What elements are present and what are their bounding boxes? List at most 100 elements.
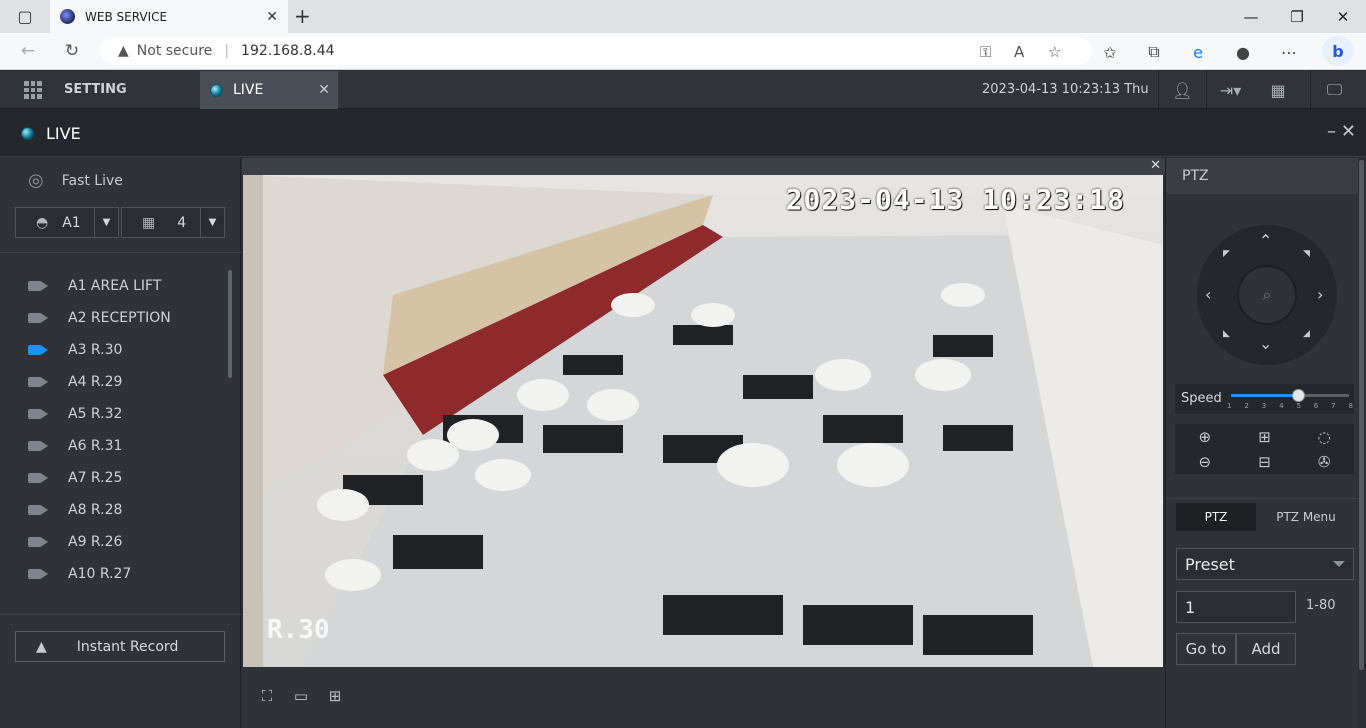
read-aloud-icon[interactable]: A	[1014, 43, 1024, 61]
more-menu-icon[interactable]: ⋯	[1276, 41, 1302, 63]
focus-near-icon[interactable]: ⊞	[1235, 424, 1295, 449]
camera-video-feed[interactable]: 2023-04-13 10:23:18 R.30	[243, 175, 1163, 667]
instant-record-button[interactable]: ▲ Instant Record	[15, 631, 225, 662]
ptz-direction-wheel[interactable]: ⌃ ⌃ ‹ › ◤ ◥ ◣ ◢ ⌕	[1197, 225, 1337, 365]
close-live-tab-icon[interactable]: ✕	[318, 82, 330, 98]
ptz-up-left-icon[interactable]: ◤	[1223, 249, 1230, 259]
speed-slider[interactable]	[1231, 389, 1349, 402]
browser-tab-title: WEB SERVICE	[85, 9, 168, 24]
single-view-icon[interactable]: ▭	[292, 687, 310, 705]
bing-icon[interactable]: b	[1322, 36, 1354, 66]
camera-list-scrollbar[interactable]	[228, 270, 232, 378]
tab-ptz-menu[interactable]: PTZ Menu	[1266, 503, 1346, 531]
ptz-left-icon[interactable]: ‹	[1205, 285, 1211, 304]
ptz-panel-scrollbar[interactable]	[1358, 158, 1366, 728]
close-panel-icon[interactable]: ✕	[1341, 121, 1356, 142]
browser-tab-web-service[interactable]: WEB SERVICE ✕	[50, 0, 288, 33]
fast-live-toggle[interactable]: ◎ Fast Live	[28, 170, 123, 191]
url-field[interactable]: ▲ Not secure | 192.168.8.44 ⚿ A ☆	[100, 37, 1092, 65]
browser-address-bar: ← ↻ ▲ Not secure | 192.168.8.44 ⚿ A ☆ ✩ …	[0, 33, 1366, 70]
url-text[interactable]: 192.168.8.44	[241, 43, 335, 59]
focus-far-icon[interactable]: ⊟	[1235, 449, 1295, 474]
monitor-icon[interactable]: 🖵︎	[1310, 71, 1358, 109]
ptz-center-search-icon[interactable]: ⌕	[1237, 265, 1297, 325]
tab-ptz[interactable]: PTZ	[1176, 503, 1256, 531]
quad-view-icon[interactable]: ⊞	[326, 687, 344, 705]
speed-slider-handle[interactable]	[1292, 389, 1306, 402]
browser-tab-bar: ▢ WEB SERVICE ✕ + — ❐ ✕	[0, 0, 1366, 33]
chevron-down-icon[interactable]: ▼	[200, 208, 224, 237]
profile-avatar-icon[interactable]: ●	[1230, 41, 1256, 63]
chevron-down-icon	[1333, 561, 1345, 567]
close-video-icon[interactable]: ✕	[1150, 158, 1161, 173]
speed-tick: 6	[1313, 402, 1319, 410]
iris-open-icon[interactable]: ◌	[1294, 424, 1354, 449]
layout-select[interactable]: ▦ 4 ▼	[121, 207, 225, 238]
minimize-panel-icon[interactable]: –	[1327, 121, 1336, 142]
live-tab[interactable]: LIVE ✕	[200, 71, 338, 109]
zoom-out-icon[interactable]: ⊖	[1175, 449, 1235, 474]
speed-tick: 2	[1244, 402, 1249, 410]
camera-label: A4 R.29	[68, 374, 123, 390]
restore-window-icon[interactable]: ❐	[1274, 0, 1320, 33]
reload-icon[interactable]: ↻	[58, 39, 86, 63]
chevron-down-icon[interactable]: ▼	[94, 208, 118, 237]
ptz-down-right-icon[interactable]: ◢	[1303, 329, 1310, 339]
collections-icon[interactable]: ⧉	[1141, 41, 1167, 63]
tab-actions-icon[interactable]: ▢	[12, 0, 38, 33]
favorite-add-icon[interactable]: ☆	[1048, 43, 1061, 61]
qr-code-icon[interactable]: ▦	[1254, 71, 1302, 109]
ptz-panel: PTZ ⌃ ⌃ ‹ › ◤ ◥ ◣ ◢ ⌕ Speed 1 2 3 4 5 6 7 8 ⊕ ⊞…	[1165, 158, 1359, 728]
camera-list-item[interactable]: A8 R.28	[0, 494, 241, 526]
area-select[interactable]: ◓ A1 ▼	[15, 207, 119, 238]
camera-list-item[interactable]: A10 R.27	[0, 558, 241, 590]
logout-icon[interactable]: ⇥▾	[1206, 71, 1254, 109]
camera-list-item[interactable]: A5 R.32	[0, 398, 241, 430]
speed-ticks: 1 2 3 4 5 6 7 8	[1227, 402, 1353, 410]
camera-list-item[interactable]: A9 R.26	[0, 526, 241, 558]
device-list-panel: ◎ Fast Live ◓ A1 ▼ ▦ 4 ▼ A1 AREA LIFT A2 …	[0, 158, 241, 728]
speed-label: Speed	[1181, 391, 1222, 406]
main-menu-grid-icon[interactable]	[24, 81, 42, 99]
preset-number-input[interactable]: 1	[1176, 591, 1296, 623]
setting-tab[interactable]: SETTING	[64, 82, 127, 97]
ptz-right-icon[interactable]: ›	[1317, 285, 1323, 304]
ptz-up-right-icon[interactable]: ◥	[1303, 249, 1310, 259]
not-secure-label[interactable]: Not secure	[137, 43, 213, 59]
user-icon[interactable]: 👤︎	[1158, 71, 1206, 109]
app-header: SETTING LIVE ✕ 2023-04-13 10:23:13 Thu 👤…	[0, 71, 1366, 109]
preset-select[interactable]: Preset	[1176, 548, 1354, 580]
favorites-icon[interactable]: ✩	[1097, 41, 1123, 63]
goto-button[interactable]: Go to	[1176, 633, 1236, 665]
minimize-window-icon[interactable]: —	[1228, 0, 1274, 33]
ptz-down-left-icon[interactable]: ◣	[1223, 329, 1230, 339]
ie-mode-icon[interactable]: e	[1185, 41, 1211, 63]
iris-close-icon[interactable]: ✇	[1294, 449, 1354, 474]
camera-list-item[interactable]: A7 R.25	[0, 462, 241, 494]
camera-list-item[interactable]: A2 RECEPTION	[0, 302, 241, 334]
fullscreen-icon[interactable]: ⛶	[258, 687, 276, 705]
camera-list-item[interactable]: A3 R.30	[0, 334, 241, 366]
ptz-down-icon[interactable]: ⌃	[1259, 333, 1272, 352]
ptz-header: PTZ	[1166, 158, 1359, 194]
video-window-titlebar: ✕	[242, 158, 1165, 175]
ptz-up-icon[interactable]: ⌃	[1259, 231, 1272, 250]
close-window-icon[interactable]: ✕	[1320, 0, 1366, 33]
back-icon[interactable]: ←	[14, 39, 42, 63]
layout-grid-icon: ▦	[142, 214, 156, 231]
video-area: ✕ 2023-04-13 10:23:18 R.30 ⛶ ▭ ⊞	[242, 158, 1165, 728]
camera-list-item[interactable]: A4 R.29	[0, 366, 241, 398]
live-title-bar: LIVE – ✕	[0, 109, 1366, 157]
warning-icon: ▲	[118, 43, 129, 59]
key-icon[interactable]: ⚿	[980, 43, 991, 61]
camera-list-item[interactable]: A1 AREA LIFT	[0, 270, 241, 302]
new-tab-icon[interactable]: +	[294, 4, 311, 28]
scrollbar-thumb[interactable]	[1359, 160, 1364, 670]
warning-icon: ▲	[36, 638, 47, 655]
camera-label: A5 R.32	[68, 406, 123, 422]
camera-list-item[interactable]: A6 R.31	[0, 430, 241, 462]
divider	[0, 614, 241, 615]
add-preset-button[interactable]: Add	[1236, 633, 1296, 665]
zoom-in-icon[interactable]: ⊕	[1175, 424, 1235, 449]
close-tab-icon[interactable]: ✕	[266, 9, 278, 25]
